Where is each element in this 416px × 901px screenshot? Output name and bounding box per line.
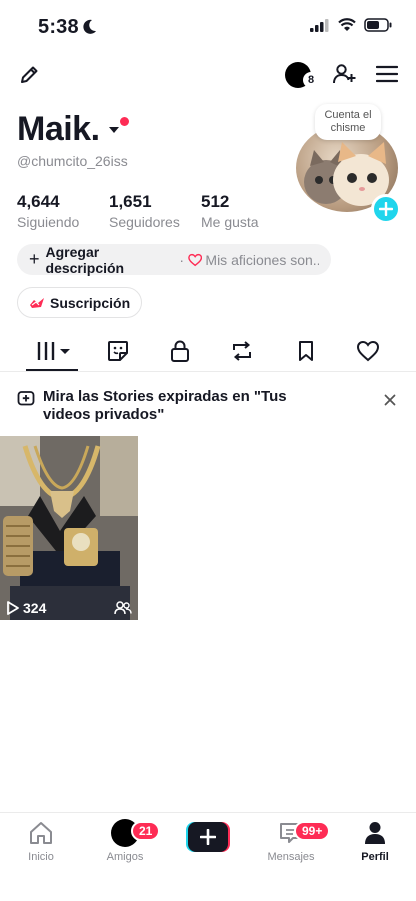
cellular-signal-icon: [310, 18, 329, 32]
stat-following[interactable]: 4,644 Siguiendo: [17, 192, 109, 230]
nav-inbox-label: Mensajes: [267, 851, 315, 863]
top-bar: 8: [0, 56, 416, 96]
story-avatar-button[interactable]: 8: [285, 60, 319, 90]
avatar-speech-bubble[interactable]: Cuenta el chisme: [315, 104, 381, 140]
clock: 5:38: [38, 16, 79, 38]
profile-person-icon: [365, 822, 385, 844]
repost-icon: [233, 341, 251, 361]
expired-stories-banner[interactable]: Mira las Stories expiradas en "Tus video…: [0, 380, 416, 432]
notification-dot: [120, 117, 129, 126]
subscription-button[interactable]: Suscripción: [17, 287, 143, 318]
subscription-icon: [30, 297, 44, 308]
stickers-icon: [108, 341, 128, 361]
add-story-button[interactable]: [371, 194, 401, 224]
play-count: 324: [6, 600, 46, 616]
videos-grid-icon: [37, 342, 70, 360]
close-icon[interactable]: [384, 394, 396, 406]
friends-badge: 21: [131, 821, 161, 841]
profile-stats: 4,644 Siguiendo 1,651 Seguidores 512 Me …: [17, 192, 293, 230]
stat-label: Seguidores: [109, 214, 180, 230]
stat-value: 512: [201, 192, 230, 211]
tab-favorites[interactable]: [292, 338, 320, 364]
subscription-label: Suscripción: [50, 294, 131, 311]
edit-pencil-icon[interactable]: [16, 62, 42, 88]
hobbies-placeholder: Mis aficiones son...: [205, 251, 319, 268]
active-tab-indicator: [26, 369, 78, 371]
plus-icon: +: [29, 249, 40, 269]
wifi-icon: [338, 18, 356, 31]
separator-dot: ·: [179, 251, 185, 268]
play-count-value: 324: [23, 600, 47, 616]
banner-text: Mira las Stories expiradas en "Tus video…: [43, 388, 287, 423]
tab-stickers[interactable]: [104, 338, 132, 364]
profile-name: Maik.: [17, 110, 100, 148]
tab-videos[interactable]: [30, 338, 76, 364]
stat-followers[interactable]: 1,651 Seguidores: [109, 192, 201, 230]
lock-icon: [171, 340, 189, 362]
heart-outline-icon: [188, 253, 203, 266]
account-switch-chevron-icon[interactable]: [108, 126, 120, 134]
add-story-outline-icon: [17, 391, 35, 406]
profile-handle: @chumcito_26iss: [17, 153, 128, 169]
profile-tabs: [0, 330, 416, 372]
status-bar: 5:38: [0, 0, 416, 56]
add-friend-icon[interactable]: [331, 61, 357, 87]
nav-home-label: Inicio: [28, 851, 54, 863]
nav-profile-label: Perfil: [361, 851, 389, 863]
nav-home[interactable]: Inicio: [6, 819, 76, 863]
menu-hamburger-icon[interactable]: [375, 62, 399, 86]
tab-reposts[interactable]: [228, 338, 256, 364]
focus-moon-icon: [83, 19, 96, 34]
stat-label: Siguiendo: [17, 214, 80, 230]
inbox-badge: 99+: [294, 821, 331, 841]
heart-icon: [356, 340, 380, 362]
nav-friends-label: Amigos: [106, 851, 144, 863]
nav-inbox[interactable]: 99+ Mensajes: [256, 819, 331, 863]
add-description-label: Agregar descripción: [45, 243, 125, 276]
bottom-navigation: Inicio 21 Amigos 99+ Mensajes Perfil: [0, 812, 416, 901]
nav-friends[interactable]: 21 Amigos: [90, 819, 161, 863]
tab-liked[interactable]: [354, 338, 382, 364]
stat-likes[interactable]: 512 Me gusta: [201, 192, 293, 230]
plus-icon: [379, 202, 393, 216]
jewelry-display-photo: [0, 436, 138, 620]
home-icon: [30, 822, 52, 844]
stat-label: Me gusta: [201, 214, 259, 230]
battery-icon: [364, 18, 392, 32]
create-plus-icon: [188, 822, 228, 852]
video-thumbnail[interactable]: 324: [0, 436, 138, 620]
friends-visibility-icon: [114, 601, 132, 615]
bookmark-icon: [299, 341, 313, 361]
create-button[interactable]: [186, 822, 230, 852]
tab-private[interactable]: [166, 338, 194, 364]
play-outline-icon: [7, 601, 19, 615]
stat-value: 4,644: [17, 192, 60, 211]
add-description-pill[interactable]: + Agregar descripción · Mis aficiones so…: [17, 243, 331, 276]
stat-value: 1,651: [109, 192, 152, 211]
nav-profile[interactable]: Perfil: [340, 819, 410, 863]
story-count-badge: 8: [303, 72, 319, 88]
